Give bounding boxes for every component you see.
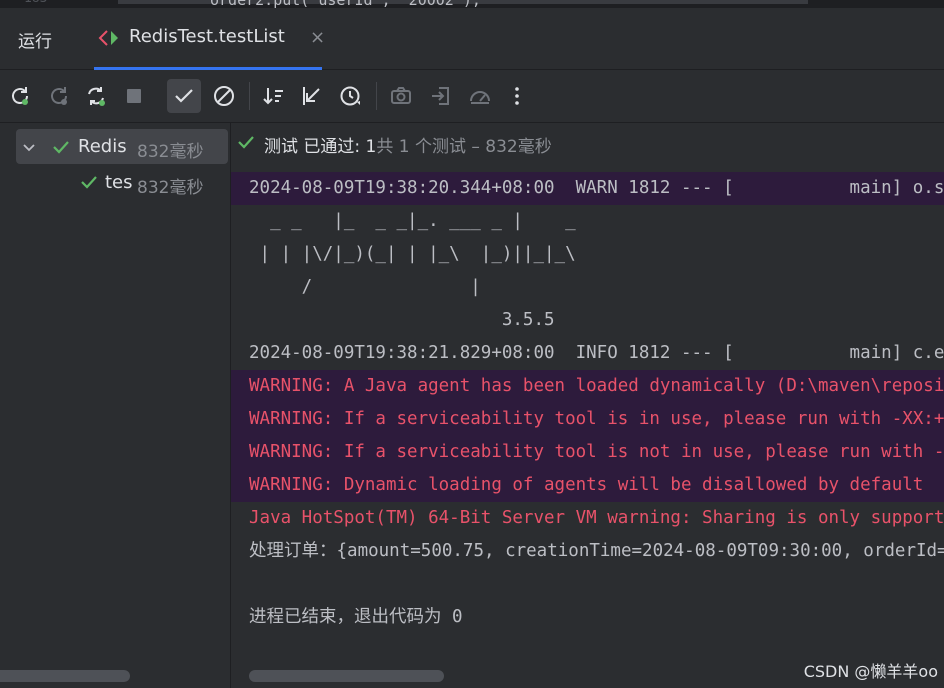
tab-redis-test-list[interactable]: RedisTest.testList ×: [86, 8, 336, 70]
passed-check-icon: [237, 133, 255, 151]
console-line: | | |\/|_)(_| | |_\ |_)||_|_\: [249, 244, 576, 264]
show-ignored-icon[interactable]: [207, 79, 241, 113]
tab-title: RedisTest.testList: [129, 26, 285, 47]
sort-alphabetically-icon[interactable]: [257, 79, 291, 113]
sort-by-duration-icon[interactable]: [334, 79, 368, 113]
console-line: _ _ |_ _ _|_. ___ _ | _: [249, 211, 576, 231]
console-line: 3.5.5: [249, 310, 555, 330]
console-line: Java HotSpot(TM) 64-Bit Server VM warnin…: [249, 508, 944, 528]
test-status-text: 测试 已通过: 1共 1 个测试 – 832毫秒: [264, 132, 552, 157]
console-line: 2024-08-09T19:38:20.344+08:00 WARN 1812 …: [231, 172, 944, 205]
console-output[interactable]: 2024-08-09T19:38:20.344+08:00 WARN 1812 …: [231, 172, 944, 634]
run-tab-bar: 运行 RedisTest.testList ×: [0, 8, 944, 70]
rerun-icon[interactable]: [3, 79, 37, 113]
tree-child-label[interactable]: tes: [105, 172, 133, 193]
import-tests-icon[interactable]: [424, 79, 458, 113]
tree-horizontal-scrollbar[interactable]: [0, 670, 130, 682]
test-status-bar: 测试 已通过: 1共 1 个测试 – 832毫秒: [231, 123, 944, 163]
close-icon[interactable]: ×: [310, 27, 325, 48]
console-line: WARNING: Dynamic loading of agents will …: [231, 469, 944, 502]
console-line: 进程已结束，退出代码为 0: [249, 607, 463, 627]
toolbar-separator: [249, 82, 250, 110]
show-passed-icon[interactable]: [167, 79, 201, 113]
console-line: 处理订单：{amount=500.75, creationTime=2024-0…: [249, 541, 944, 561]
rerun-failed-icon[interactable]: [42, 79, 76, 113]
test-config-icon: [98, 28, 120, 48]
coverage-icon[interactable]: [463, 79, 497, 113]
screenshot-icon[interactable]: [384, 79, 418, 113]
code-line: order2.put("userId", "20002");: [210, 0, 481, 8]
more-icon[interactable]: [500, 79, 534, 113]
console-line: WARNING: A Java agent has been loaded dy…: [231, 370, 944, 403]
status-summary: 共 1 个测试 – 832毫秒: [376, 137, 552, 157]
run-panel-title: 运行: [18, 32, 52, 52]
ide-run-window: 183 order2.put("userId", "20002"); 运行 Re…: [0, 0, 944, 688]
passed-check-icon: [52, 138, 70, 156]
chevron-down-icon[interactable]: [22, 140, 36, 154]
collapse-all-icon[interactable]: [295, 79, 329, 113]
console-line: WARNING: If a serviceability tool is not…: [231, 436, 944, 469]
toolbar-separator: [376, 82, 377, 110]
console-horizontal-scrollbar[interactable]: [249, 670, 444, 682]
status-passed: 测试 已通过: 1: [264, 137, 377, 157]
console-line: 2024-08-09T19:38:21.829+08:00 INFO 1812 …: [249, 343, 944, 363]
tree-root-duration: 832毫秒: [137, 142, 204, 162]
line-number: 183: [24, 0, 47, 6]
tree-child-duration: 832毫秒: [137, 178, 204, 198]
editor-code-strip: 183 order2.put("userId", "20002");: [0, 0, 944, 8]
tree-root-label: Redis: [78, 136, 127, 157]
run-toolbar: [0, 70, 944, 123]
toggle-auto-test-icon[interactable]: [79, 79, 113, 113]
passed-check-icon: [80, 173, 98, 191]
test-tree: Redis 832毫秒 tes 832毫秒: [0, 123, 231, 688]
watermark: CSDN @懒羊羊oo: [803, 662, 938, 681]
console-line: WARNING: If a serviceability tool is in …: [231, 403, 944, 436]
console-line: / |: [249, 277, 481, 297]
stop-icon[interactable]: [117, 79, 151, 113]
console-pane: 测试 已通过: 1共 1 个测试 – 832毫秒 2024-08-09T19:3…: [231, 123, 944, 688]
